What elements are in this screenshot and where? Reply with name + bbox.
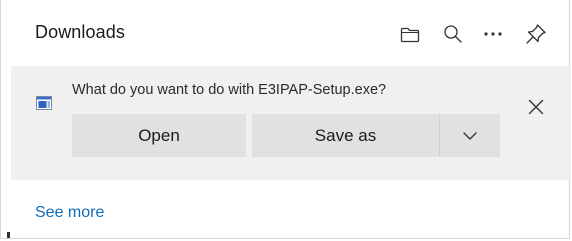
panel-title: Downloads	[35, 22, 125, 42]
pin-panel-button[interactable]	[520, 18, 552, 50]
pin-icon	[526, 24, 546, 44]
see-more-link[interactable]: See more	[35, 204, 104, 222]
open-downloads-folder-button[interactable]	[394, 18, 426, 50]
dismiss-prompt-button[interactable]	[523, 94, 549, 120]
close-icon	[528, 99, 544, 115]
save-as-button-label: Save as	[314, 125, 377, 145]
download-prompt: What do you want to do with E3IPAP-Setup…	[11, 66, 571, 180]
folder-icon	[400, 27, 420, 43]
more-options-button[interactable]	[477, 18, 509, 50]
downloads-header: Downloads	[1, 0, 571, 66]
more-icon	[484, 32, 502, 36]
search-downloads-button[interactable]	[437, 18, 469, 50]
search-icon	[444, 25, 462, 43]
open-button-label: Open	[138, 125, 180, 145]
download-question: What do you want to do with E3IPAP-Setup…	[72, 82, 387, 98]
open-button[interactable]: Open	[72, 114, 246, 157]
exe-file-icon	[36, 96, 52, 110]
save-options-dropdown-button[interactable]	[439, 114, 500, 157]
save-as-button[interactable]: Save as	[252, 114, 439, 157]
window-edge-marker	[7, 232, 10, 238]
chevron-down-icon	[463, 131, 477, 140]
downloads-panel: Downloads What do you want to do with E3…	[0, 0, 571, 239]
